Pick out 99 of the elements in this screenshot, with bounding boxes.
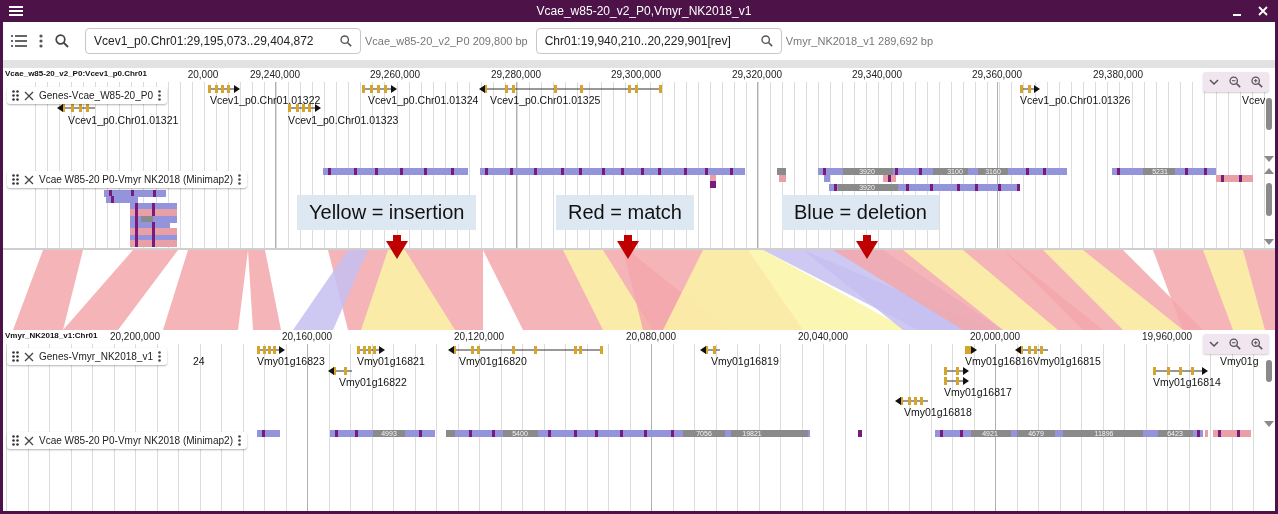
gene-label: Vmy01g16818 (904, 406, 972, 418)
gene-label: Vmy01g16819 (711, 355, 779, 367)
scrollbar-thumb[interactable] (1266, 360, 1272, 382)
ruler-label: 20,160,000 (281, 331, 333, 342)
gene-label: Vcev1_p0.Chr01.01325 (490, 94, 601, 106)
annotation-label: Red = match (556, 195, 694, 230)
alignment-bar[interactable] (1112, 168, 1216, 175)
gene-label: Vcev (1242, 94, 1266, 106)
location-field[interactable]: Vcev1_p0.Chr01:29,195,073..29,404,872 (85, 28, 361, 54)
ruler-label: 29,320,000 (731, 69, 783, 80)
alignment-bar[interactable] (106, 196, 138, 203)
alignment-bar[interactable] (330, 430, 435, 437)
gene-label: 24 (193, 355, 205, 367)
ruler-label: 19,960,000 (1141, 331, 1193, 342)
alignment-bar[interactable] (130, 228, 177, 235)
zoom-in-icon[interactable] (1251, 338, 1263, 350)
drag-handle-icon[interactable] (12, 90, 19, 101)
gene-label: Vmy01g16816 (965, 355, 1033, 367)
gene-label: Vmy01g16822 (339, 376, 407, 388)
assembly-size: Vcae_w85-20_v2_P0 209,800 bp (365, 35, 528, 47)
gene-label: Vmy01g16820 (459, 355, 527, 367)
location-field[interactable]: Chr01:19,940,210..20,229,901[rev] (535, 28, 782, 54)
ruler-label: 29,280,000 (490, 69, 542, 80)
zoom-out-icon[interactable] (1229, 76, 1241, 88)
gene-label: Vcev1_p0.Chr01.01321 (68, 114, 179, 126)
track-name: Vcae W85-20 P0-Vmyr NK2018 (Minimap2) (39, 174, 233, 185)
close-icon[interactable] (24, 351, 34, 362)
alignment-bar[interactable] (1216, 175, 1253, 182)
annotation-label: Blue = deletion (782, 195, 939, 230)
alignment-bar[interactable] (1213, 430, 1251, 437)
pointer-arrow (856, 235, 878, 259)
ruler-label: 29,380,000 (1092, 69, 1144, 80)
gene-label: Vcev1_p0.Chr01.01324 (368, 94, 479, 106)
alignment-bar[interactable] (935, 430, 1203, 437)
scroll-down-icon[interactable] (1264, 421, 1274, 427)
gene-label: Vmy01g16814 (1153, 376, 1221, 388)
assembly-label: Vmyr_NK2018_v1:Chr01 (5, 331, 100, 340)
ruler-label: 20,040,000 (797, 331, 849, 342)
pointer-arrow (386, 235, 408, 259)
ruler-label: 29,300,000 (610, 69, 662, 80)
close-icon[interactable] (24, 174, 34, 185)
ruler-label: 29,260,000 (369, 69, 421, 80)
scrollbar-thumb[interactable] (1266, 183, 1272, 216)
gene-label: Vmy01g (1220, 355, 1259, 367)
scrollbar-thumb[interactable] (1266, 98, 1272, 130)
alignment-bar[interactable] (130, 240, 177, 247)
ruler-label: 29,340,000 (851, 69, 903, 80)
gene-label: Vcev1_p0.Chr01.01326 (1020, 94, 1131, 106)
chevron-down-icon[interactable] (1209, 78, 1219, 86)
alignment-bar[interactable] (323, 168, 468, 175)
search-icon[interactable] (55, 34, 69, 48)
zoom-in-icon[interactable] (1251, 76, 1263, 88)
assembly-size: Vmyr_NK2018_v1 289,692 bp (785, 35, 934, 47)
window-title: Vcae_w85-20_v2_P0,Vmyr_NK2018_v1 (535, 4, 753, 18)
ruler-label: 20,120,000 (453, 331, 505, 342)
gene-label: Vmy01g16817 (944, 386, 1012, 398)
chevron-down-icon[interactable] (1209, 340, 1219, 348)
gene-label: Vcev1_p0.Chr01.01322 (210, 94, 321, 106)
gene-label: Vmy01g16815 (1033, 355, 1101, 367)
track-name: Genes-Vcae_W85-20_P0 (39, 90, 153, 101)
track-list-icon[interactable] (11, 34, 27, 48)
close-icon[interactable] (24, 90, 34, 101)
alignment-bar[interactable] (480, 168, 745, 175)
search-icon[interactable] (340, 35, 352, 47)
scroll-up-icon[interactable] (1264, 168, 1274, 174)
assembly-label: Vcae_w85-20_v2_P0:Vcev1_p0.Chr01 (5, 69, 149, 78)
drag-handle-icon[interactable] (12, 174, 19, 185)
alignment-bar[interactable] (130, 209, 177, 216)
more-options-icon[interactable] (39, 34, 43, 48)
alignment-bar[interactable] (446, 430, 810, 437)
alignment-bar[interactable] (818, 168, 1067, 175)
track-name: Genes-Vmyr_NK2018_v1 (39, 351, 153, 362)
drag-handle-icon[interactable] (12, 351, 19, 362)
ruler-label: 29,240,000 (249, 69, 301, 80)
ruler-label: 20,080,000 (625, 331, 677, 342)
annotation-label: Yellow = insertion (297, 195, 477, 230)
scroll-down-icon[interactable] (1264, 156, 1274, 162)
alignment-bar[interactable] (104, 190, 166, 197)
ruler-label: 29,360,000 (971, 69, 1023, 80)
ruler-label: 20,000,000 (969, 331, 1021, 342)
close-icon[interactable] (24, 435, 34, 446)
drag-handle-icon[interactable] (12, 435, 19, 446)
gene-label: Vmy01g16821 (357, 355, 425, 367)
track-name: Vcae W85-20 P0-Vmyr NK2018 (Minimap2) (39, 435, 233, 446)
more-options-icon[interactable] (157, 351, 161, 362)
ruler-label: 20,200,000 (109, 331, 161, 342)
alignment-bar[interactable] (829, 184, 1020, 191)
more-options-icon[interactable] (157, 90, 161, 101)
alignment-bar[interactable] (257, 430, 280, 437)
alignment-bar[interactable] (883, 175, 896, 182)
zoom-out-icon[interactable] (1229, 338, 1241, 350)
gene-label: Vcev1_p0.Chr01.01323 (288, 114, 399, 126)
gene-label: Vmy01g16823 (257, 355, 325, 367)
search-icon[interactable] (760, 35, 773, 47)
pointer-arrow (617, 235, 639, 259)
menu-icon[interactable] (9, 6, 23, 16)
ruler-label: 20,000 (187, 69, 219, 80)
more-options-icon[interactable] (237, 435, 241, 446)
more-options-icon[interactable] (237, 174, 241, 185)
